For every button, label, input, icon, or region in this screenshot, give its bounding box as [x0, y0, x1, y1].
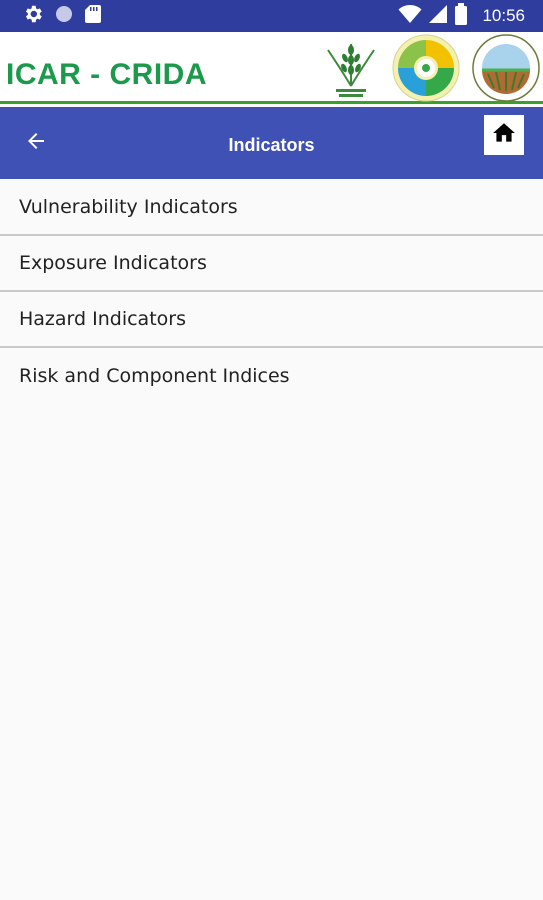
- list-item-vulnerability-indicators[interactable]: Vulnerability Indicators: [0, 180, 543, 236]
- signal-icon: [428, 4, 448, 28]
- icar-logo: [322, 34, 380, 100]
- status-left-icons: [22, 5, 102, 27]
- list-item-label: Risk and Component Indices: [19, 365, 290, 387]
- home-button[interactable]: [484, 115, 524, 155]
- list-item-risk-and-component-indices[interactable]: Risk and Component Indices: [0, 348, 543, 404]
- home-icon: [491, 120, 517, 150]
- list-item-label: Exposure Indicators: [19, 252, 207, 274]
- brand-title: ICAR - CRIDA: [6, 58, 207, 91]
- circle-icon: [54, 4, 74, 28]
- status-time: 10:56: [482, 6, 525, 25]
- sd-card-icon: [84, 4, 102, 28]
- list-item-hazard-indicators[interactable]: Hazard Indicators: [0, 292, 543, 348]
- page-title: Indicators: [228, 135, 315, 155]
- status-right-icons: 10:56: [398, 3, 525, 29]
- list-item-label: Vulnerability Indicators: [19, 196, 238, 218]
- battery-icon: [454, 3, 468, 29]
- status-bar: 10:56: [0, 0, 543, 32]
- banner: ICAR - CRIDA: [0, 32, 543, 104]
- crida-seal-logo: [472, 34, 540, 102]
- list-item-label: Hazard Indicators: [19, 308, 186, 330]
- app-bar: Indicators: [0, 107, 543, 179]
- indicator-list: Vulnerability Indicators Exposure Indica…: [0, 180, 543, 404]
- gear-icon: [22, 3, 44, 29]
- wifi-icon: [398, 4, 422, 28]
- nicra-logo: [392, 34, 460, 102]
- list-item-exposure-indicators[interactable]: Exposure Indicators: [0, 236, 543, 292]
